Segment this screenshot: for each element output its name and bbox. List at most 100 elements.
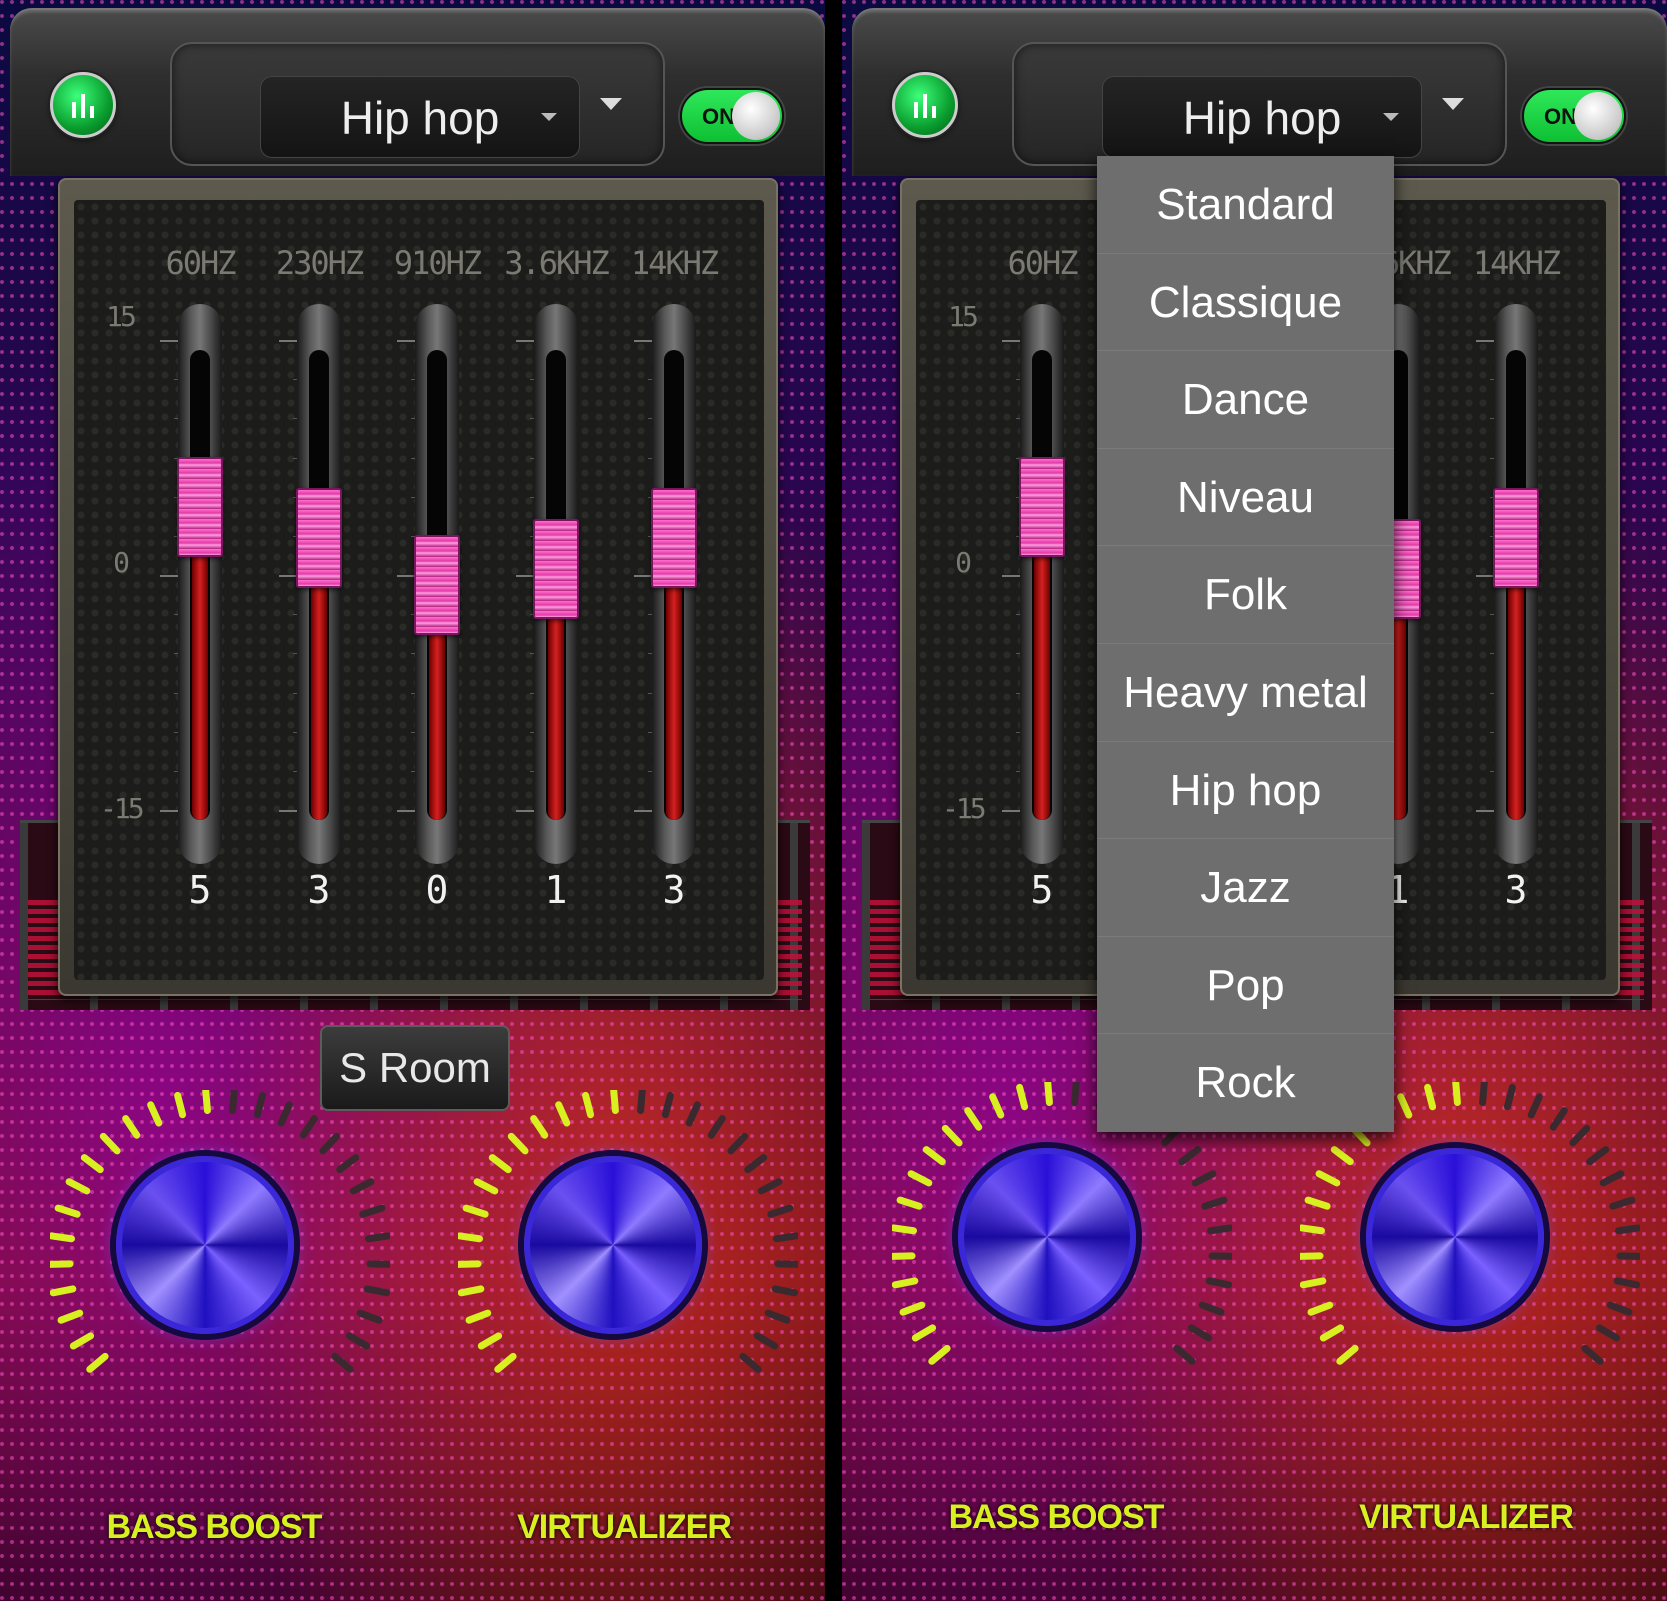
- band-slider-thumb[interactable]: [533, 519, 579, 620]
- knob-tick: [1599, 1170, 1625, 1187]
- knob-tick: [1300, 1277, 1327, 1289]
- bass-boost-knob[interactable]: [892, 1082, 1232, 1392]
- knob-tick: [1452, 1082, 1461, 1107]
- knob-tick: [1616, 1252, 1640, 1260]
- power-toggle[interactable]: ON: [1522, 88, 1626, 144]
- virtualizer-dial[interactable]: [1366, 1148, 1544, 1326]
- knob-tick: [707, 1115, 726, 1139]
- eq-panel: 15 0 -15 60HZ 5 230HZ 3 910HZ 0 3.6KHZ 1 14KHZ 3: [58, 178, 778, 996]
- knob-tick: [1191, 1170, 1217, 1187]
- knob-tick: [892, 1252, 916, 1260]
- knob-tick: [582, 1091, 595, 1119]
- preset-option-rock[interactable]: Rock: [1097, 1034, 1394, 1132]
- knob-tick: [277, 1101, 293, 1127]
- preset-option-heavy-metal[interactable]: Heavy metal: [1097, 644, 1394, 742]
- knob-tick: [1300, 1252, 1324, 1260]
- band-slider-thumb[interactable]: [414, 535, 460, 635]
- preset-select[interactable]: Hip hop: [1102, 76, 1422, 158]
- knob-tick: [899, 1301, 926, 1316]
- knob-tick: [1586, 1146, 1610, 1166]
- knob-tick: [122, 1115, 141, 1139]
- knob-tick: [555, 1101, 571, 1127]
- knob-tick: [1606, 1301, 1633, 1316]
- knob-tick: [1569, 1124, 1591, 1147]
- knob-tick: [202, 1090, 211, 1115]
- knob-tick: [458, 1232, 484, 1243]
- knob-tick: [54, 1204, 81, 1218]
- band-slider-thumb[interactable]: [1493, 488, 1539, 588]
- knob-tick: [99, 1132, 121, 1155]
- preset-select[interactable]: Hip hop: [260, 76, 580, 158]
- caret-down-icon[interactable]: [600, 98, 622, 110]
- scale-max-label: 15: [948, 300, 979, 333]
- preset-option-standard[interactable]: Standard: [1097, 156, 1394, 254]
- equalizer-icon[interactable]: [50, 72, 116, 138]
- band-value-label: 1: [544, 868, 568, 912]
- knob-tick: [507, 1132, 529, 1155]
- band-value-label: 0: [425, 868, 449, 912]
- power-toggle[interactable]: ON: [680, 88, 784, 144]
- knob-tick: [147, 1101, 163, 1127]
- power-toggle-label: ON: [702, 104, 735, 129]
- band-value-label: 3: [307, 868, 331, 912]
- virtualizer-knob[interactable]: [458, 1090, 798, 1400]
- knob-tick: [86, 1352, 109, 1373]
- knob-tick: [727, 1132, 749, 1155]
- preset-option-dance[interactable]: Dance: [1097, 351, 1394, 449]
- bass-boost-dial[interactable]: [116, 1156, 294, 1334]
- knob-tick: [458, 1260, 482, 1268]
- preset-option-pop[interactable]: Pop: [1097, 937, 1394, 1035]
- knob-tick: [767, 1204, 794, 1218]
- band-slider-thumb[interactable]: [177, 456, 223, 557]
- toggle-knob: [732, 92, 780, 140]
- knob-tick: [349, 1178, 375, 1195]
- knob-tick: [65, 1178, 91, 1195]
- band-frequency-label: 60HZ: [1007, 244, 1078, 282]
- knob-tick: [964, 1107, 983, 1131]
- knob-tick: [989, 1093, 1005, 1119]
- virtualizer-knob[interactable]: [1300, 1082, 1640, 1392]
- preset-option-hip-hop[interactable]: Hip hop: [1097, 742, 1394, 840]
- equalizer-icon[interactable]: [892, 72, 958, 138]
- knob-tick: [1315, 1170, 1341, 1187]
- knob-tick: [359, 1204, 386, 1218]
- knob-tick: [1208, 1252, 1232, 1260]
- knob-tick: [462, 1204, 489, 1218]
- band-slider-thumb[interactable]: [296, 488, 342, 588]
- preset-option-classique[interactable]: Classique: [1097, 254, 1394, 352]
- preset-option-niveau[interactable]: Niveau: [1097, 449, 1394, 547]
- knob-tick: [363, 1285, 390, 1297]
- knob-tick: [1609, 1196, 1636, 1210]
- knob-tick: [922, 1146, 946, 1166]
- knob-tick: [1201, 1196, 1228, 1210]
- band-frequency-label: 14KHZ: [630, 244, 719, 282]
- bass-boost-dial[interactable]: [958, 1148, 1136, 1326]
- band-slider-thumb[interactable]: [651, 488, 697, 588]
- preset-option-folk[interactable]: Folk: [1097, 546, 1394, 644]
- knob-tick: [739, 1352, 762, 1373]
- knob-tick: [637, 1090, 646, 1115]
- knob-tick: [1187, 1324, 1213, 1342]
- equalizer-screen-left: Hip hop ON 15 0 -15 60HZ 5 230HZ 3 910HZ 0 3.6…: [0, 0, 825, 1601]
- knob-tick: [1044, 1082, 1053, 1107]
- knob-tick: [530, 1115, 549, 1139]
- bass-boost-knob[interactable]: [50, 1090, 390, 1400]
- virtualizer-dial[interactable]: [524, 1156, 702, 1334]
- preset-option-jazz[interactable]: Jazz: [1097, 839, 1394, 937]
- knob-tick: [757, 1178, 783, 1195]
- top-bar: Hip hop ON: [10, 8, 825, 176]
- knob-tick: [928, 1344, 951, 1365]
- caret-down-icon: [541, 113, 557, 121]
- band-frequency-label: 3.6KHZ: [504, 244, 610, 282]
- top-bar: Hip hop ON: [852, 8, 1667, 176]
- caret-down-icon[interactable]: [1442, 98, 1464, 110]
- knob-tick: [477, 1332, 503, 1350]
- knob-tick: [1479, 1082, 1488, 1107]
- knob-tick: [488, 1154, 512, 1174]
- knob-tick: [50, 1232, 76, 1243]
- band-slider-thumb[interactable]: [1019, 456, 1065, 557]
- knob-tick: [1307, 1301, 1334, 1316]
- knob-tick: [1304, 1196, 1331, 1210]
- knob-tick: [1205, 1277, 1232, 1289]
- knob-tick: [1173, 1344, 1196, 1365]
